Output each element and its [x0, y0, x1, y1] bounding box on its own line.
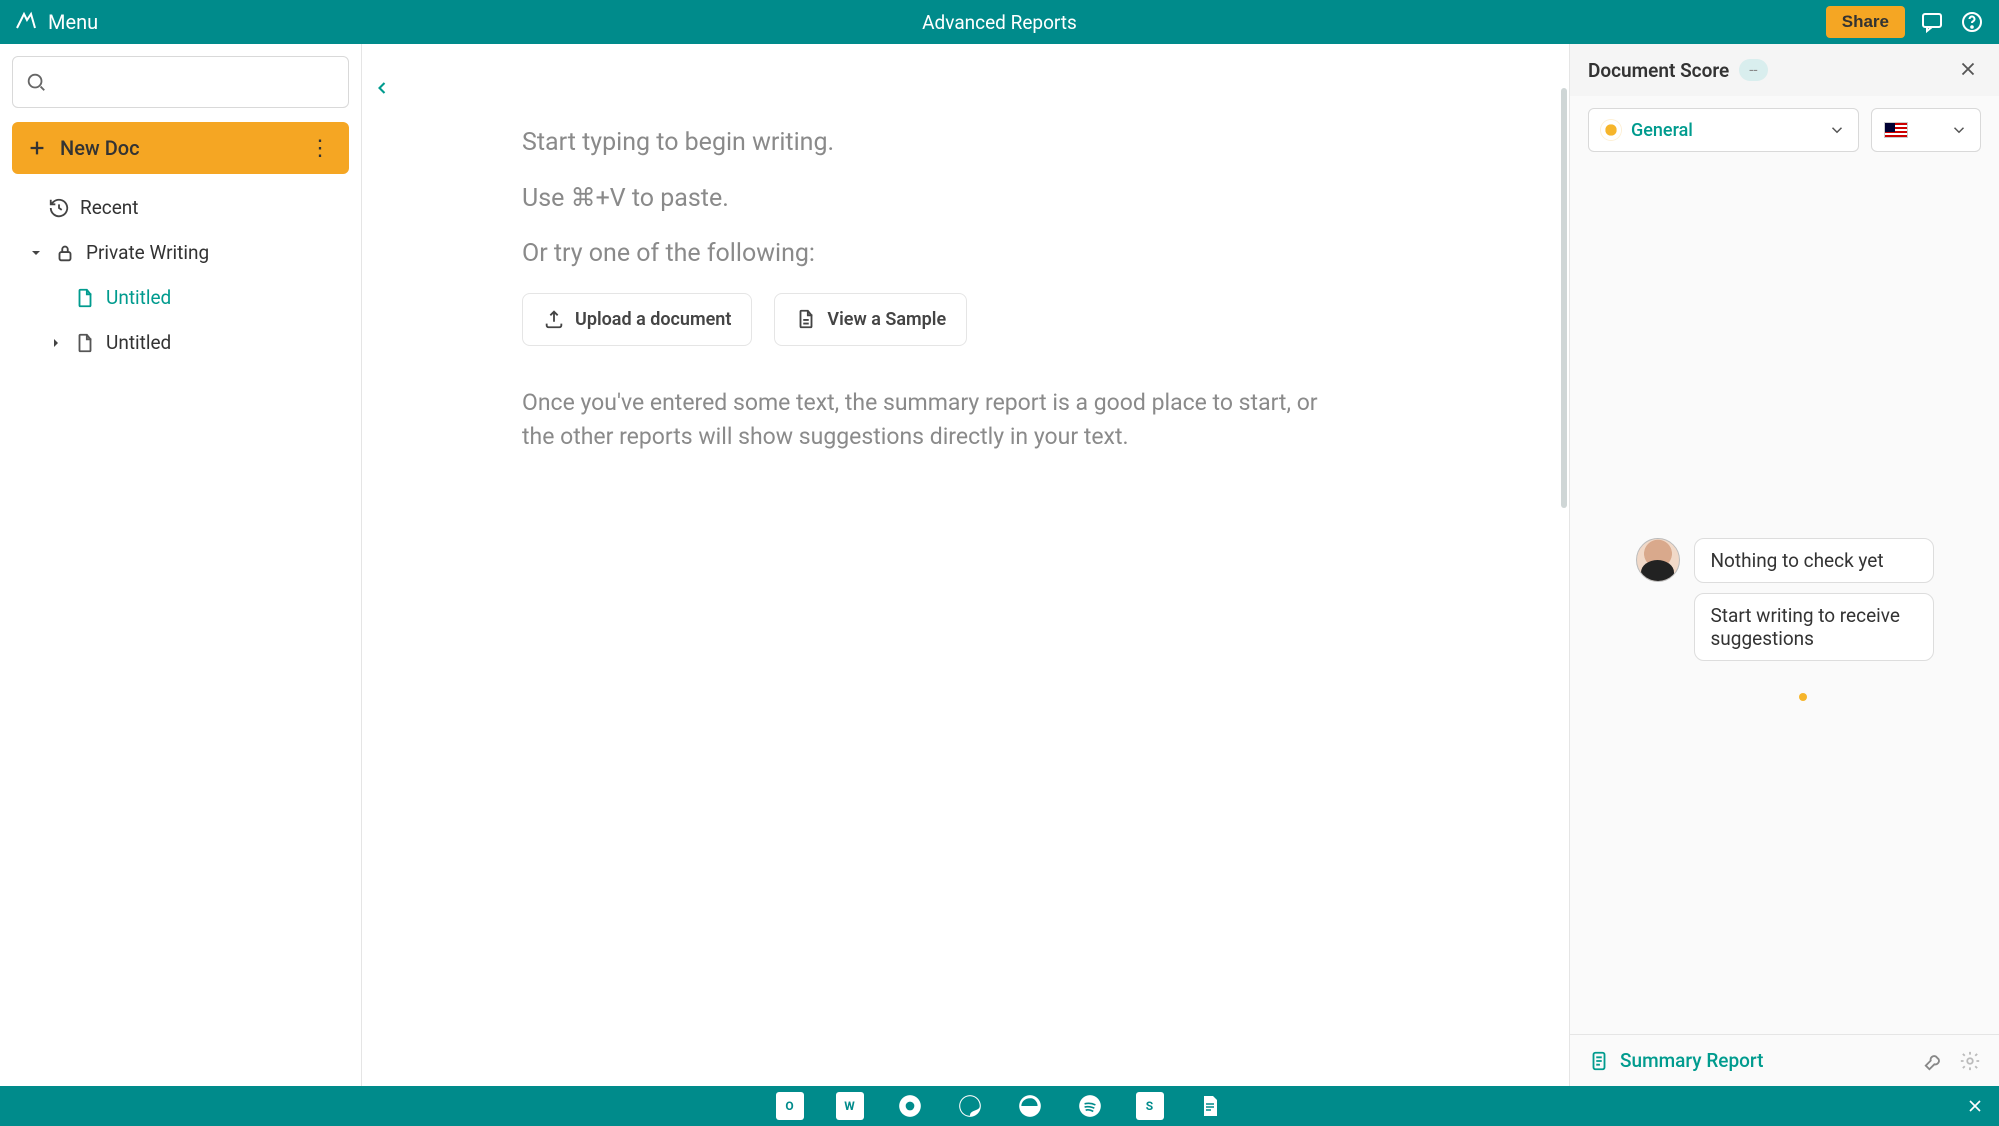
page-title: Advanced Reports [922, 11, 1077, 34]
menu-button[interactable]: Menu [0, 10, 98, 34]
upload-icon [543, 308, 565, 330]
right-panel-title: Document Score [1588, 59, 1729, 82]
dock-close-button[interactable] [1965, 1096, 1985, 1116]
topbar-right: Share [1826, 6, 1999, 38]
sidebar-item-label: Untitled [106, 331, 171, 354]
style-select-label: General [1631, 120, 1693, 141]
sample-icon [795, 308, 817, 330]
report-icon [1588, 1050, 1610, 1072]
dock-app-chrome[interactable] [895, 1091, 925, 1121]
document-icon [74, 332, 96, 354]
lock-icon [54, 242, 76, 264]
bottom-dock: O W S [0, 1086, 1999, 1126]
sidebar-item-untitled-active[interactable]: Untitled [18, 278, 349, 317]
gear-icon[interactable] [1959, 1050, 1981, 1072]
top-bar: Menu Advanced Reports Share [0, 0, 1999, 44]
sample-label: View a Sample [827, 306, 946, 333]
style-icon [1601, 120, 1621, 140]
right-panel-toolbar: General [1570, 96, 1999, 164]
caret-down-icon [28, 245, 44, 261]
decorative-dot [1799, 693, 1807, 701]
summary-report-button[interactable]: Summary Report [1588, 1049, 1763, 1072]
view-sample-button[interactable]: View a Sample [774, 293, 967, 346]
wrench-icon[interactable] [1923, 1050, 1945, 1072]
right-panel-body: Nothing to check yet Start writing to re… [1570, 164, 1999, 1034]
assistant-bubble: Nothing to check yet [1694, 538, 1934, 583]
editor-hint: Once you've entered some text, the summa… [522, 386, 1342, 455]
search-icon [25, 71, 47, 93]
sidebar-item-private-writing[interactable]: Private Writing [18, 233, 349, 272]
editor-placeholder-line: Or try one of the following: [522, 235, 1389, 273]
right-panel-tools [1923, 1050, 1981, 1072]
editor-placeholder-line: Start typing to begin writing. [522, 124, 1389, 162]
flag-icon [1884, 122, 1908, 138]
language-select[interactable] [1871, 108, 1981, 152]
editor-placeholder-line: Use ⌘+V to paste. [522, 180, 1389, 218]
dock-app-outlook[interactable]: O [775, 1091, 805, 1121]
chevron-down-icon [1950, 121, 1968, 139]
writing-style-select[interactable]: General [1588, 108, 1859, 152]
dock-app-edge[interactable] [1015, 1091, 1045, 1121]
chevron-down-icon [1828, 121, 1846, 139]
main-area: New Doc ⋮ Recent Private Writing Untitle… [0, 44, 1999, 1086]
sidebar-item-label: Untitled [106, 286, 171, 309]
close-panel-button[interactable] [1957, 58, 1981, 82]
editor-column: Start typing to begin writing. Use ⌘+V t… [362, 44, 1569, 1086]
sidebar-item-label: Recent [80, 196, 139, 219]
sidebar-nav: Recent Private Writing Untitled Untitled [12, 188, 349, 362]
right-panel-header: Document Score -- [1570, 44, 1999, 96]
sidebar-item-untitled[interactable]: Untitled [18, 323, 349, 362]
new-doc-label: New Doc [60, 136, 140, 160]
chat-icon[interactable] [1919, 9, 1945, 35]
search-input[interactable] [12, 56, 349, 108]
search-field[interactable] [55, 72, 336, 93]
document-score-badge: -- [1739, 59, 1767, 81]
new-doc-button[interactable]: New Doc ⋮ [12, 122, 349, 174]
help-icon[interactable] [1959, 9, 1985, 35]
document-icon [74, 287, 96, 309]
upload-document-button[interactable]: Upload a document [522, 293, 752, 346]
assistant-avatar [1636, 538, 1680, 582]
sidebar-item-label: Private Writing [86, 241, 209, 264]
suggestion-empty-state: Nothing to check yet Start writing to re… [1636, 538, 1934, 661]
summary-report-label: Summary Report [1620, 1049, 1763, 1072]
dock-app-doc[interactable] [1195, 1091, 1225, 1121]
sidebar: New Doc ⋮ Recent Private Writing Untitle… [0, 44, 362, 1086]
right-panel: Document Score -- General [1569, 44, 1999, 1086]
share-button[interactable]: Share [1826, 6, 1905, 38]
sidebar-item-recent[interactable]: Recent [18, 188, 349, 227]
upload-label: Upload a document [575, 306, 731, 333]
assistant-bubble: Start writing to receive suggestions [1694, 593, 1934, 661]
dock-app-s[interactable]: S [1135, 1091, 1165, 1121]
new-doc-menu-icon[interactable]: ⋮ [305, 132, 335, 165]
editor-action-row: Upload a document View a Sample [522, 293, 1389, 346]
editor-scrollbar[interactable] [1561, 88, 1567, 508]
menu-label: Menu [48, 10, 98, 34]
app-logo-icon [14, 10, 38, 34]
assistant-bubbles: Nothing to check yet Start writing to re… [1694, 538, 1934, 661]
caret-right-icon [48, 335, 64, 351]
dock-app-word[interactable]: W [835, 1091, 865, 1121]
dock-app-spotify[interactable] [1075, 1091, 1105, 1121]
editor-area[interactable]: Start typing to begin writing. Use ⌘+V t… [362, 44, 1569, 1086]
right-panel-footer: Summary Report [1570, 1034, 1999, 1086]
recent-icon [48, 197, 70, 219]
plus-icon [26, 137, 48, 159]
dock-app-firefox[interactable] [955, 1091, 985, 1121]
